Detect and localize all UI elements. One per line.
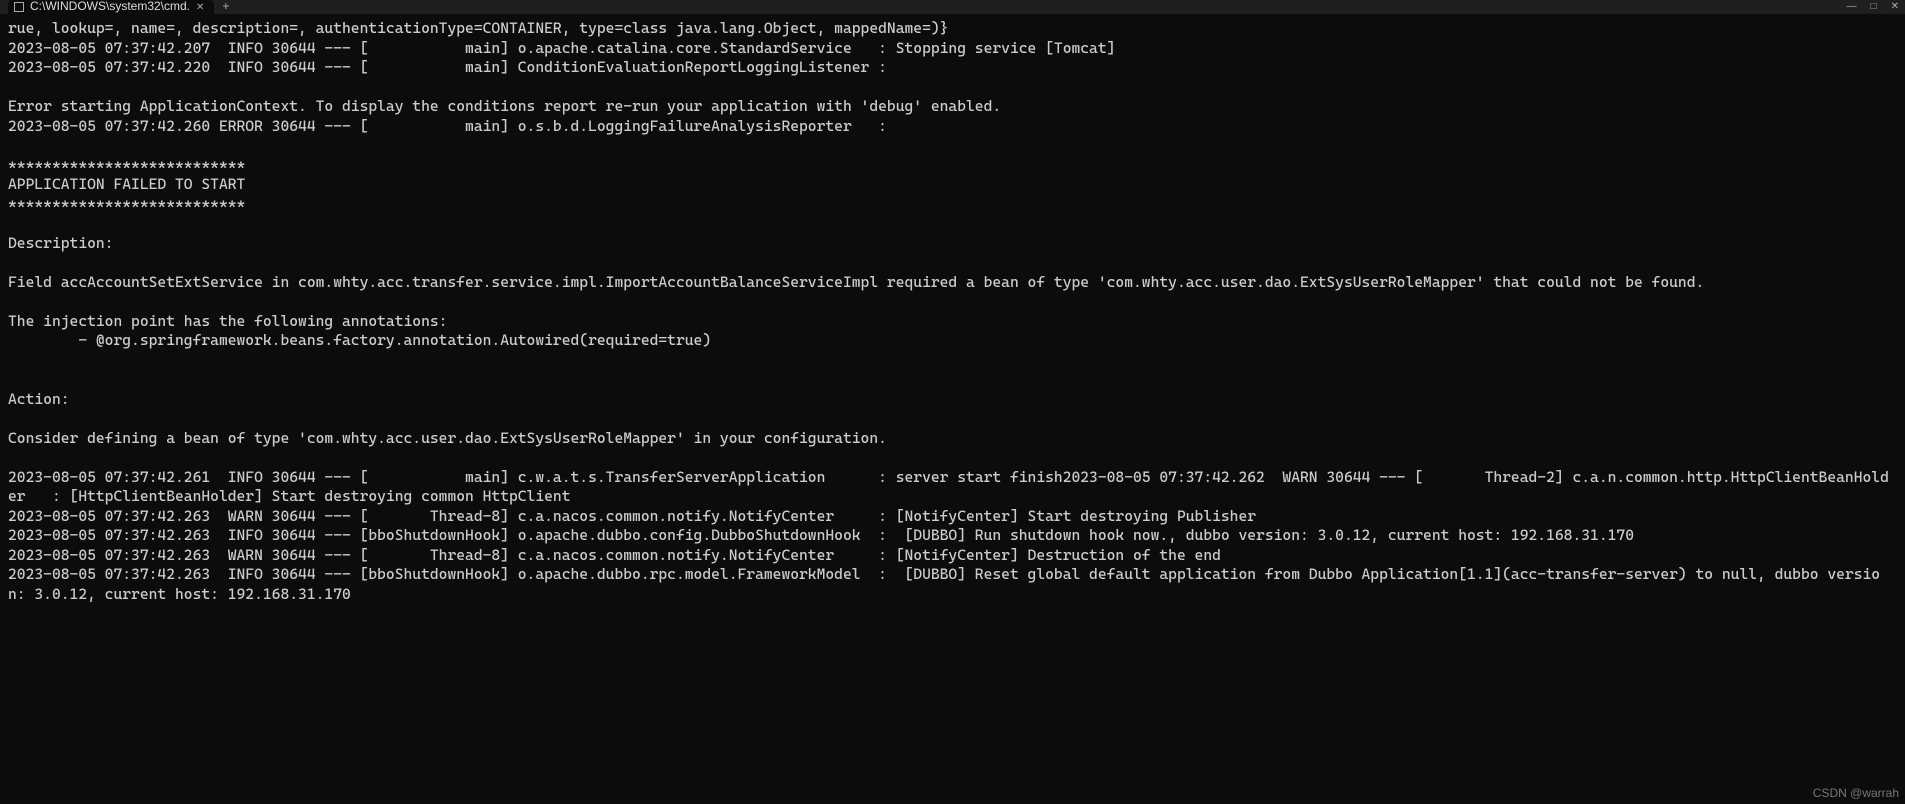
log-line: Action: bbox=[8, 390, 70, 408]
tab-label: C:\WINDOWS\system32\cmd. bbox=[30, 0, 190, 15]
new-tab-button[interactable]: + bbox=[214, 0, 237, 15]
log-line: 2023-08-05 07:37:42.220 INFO 30644 --- [… bbox=[8, 58, 887, 76]
log-line: 2023-08-05 07:37:42.261 INFO 30644 --- [… bbox=[8, 468, 1889, 506]
log-line: 2023-08-05 07:37:42.263 WARN 30644 --- [… bbox=[8, 546, 1221, 564]
log-line: 2023-08-05 07:37:42.260 ERROR 30644 --- … bbox=[8, 117, 887, 135]
log-line: 2023-08-05 07:37:42.263 INFO 30644 --- [… bbox=[8, 565, 1880, 603]
log-line: 2023-08-05 07:37:42.263 WARN 30644 --- [… bbox=[8, 507, 1256, 525]
log-line: 2023-08-05 07:37:42.263 INFO 30644 --- [… bbox=[8, 526, 1634, 544]
log-line: Error starting ApplicationContext. To di… bbox=[8, 97, 1001, 115]
log-line: *************************** bbox=[8, 195, 245, 213]
log-line: *************************** bbox=[8, 156, 245, 174]
log-line: Field accAccountSetExtService in com.wht… bbox=[8, 273, 1704, 291]
terminal-tab[interactable]: C:\WINDOWS\system32\cmd. ✕ bbox=[8, 0, 214, 14]
maximize-button[interactable]: □ bbox=[1871, 0, 1877, 13]
log-line: 2023-08-05 07:37:42.207 INFO 30644 --- [… bbox=[8, 39, 1115, 57]
log-line: The injection point has the following an… bbox=[8, 312, 447, 330]
log-line: - @org.springframework.beans.factory.ann… bbox=[8, 331, 711, 349]
log-line: rue, lookup=, name=, description=, authe… bbox=[8, 19, 948, 37]
log-line: Description: bbox=[8, 234, 113, 252]
log-line: APPLICATION FAILED TO START bbox=[8, 175, 245, 193]
window-controls: — □ ✕ bbox=[1847, 0, 1899, 13]
terminal-output[interactable]: rue, lookup=, name=, description=, authe… bbox=[0, 14, 1905, 606]
log-line: Consider defining a bean of type 'com.wh… bbox=[8, 429, 887, 447]
cmd-icon bbox=[14, 2, 24, 12]
watermark-text: CSDN @warrah bbox=[1813, 786, 1899, 802]
window-titlebar: C:\WINDOWS\system32\cmd. ✕ + — □ ✕ bbox=[0, 0, 1905, 14]
close-window-button[interactable]: ✕ bbox=[1891, 0, 1899, 13]
minimize-button[interactable]: — bbox=[1847, 0, 1857, 13]
close-tab-icon[interactable]: ✕ bbox=[196, 1, 204, 14]
